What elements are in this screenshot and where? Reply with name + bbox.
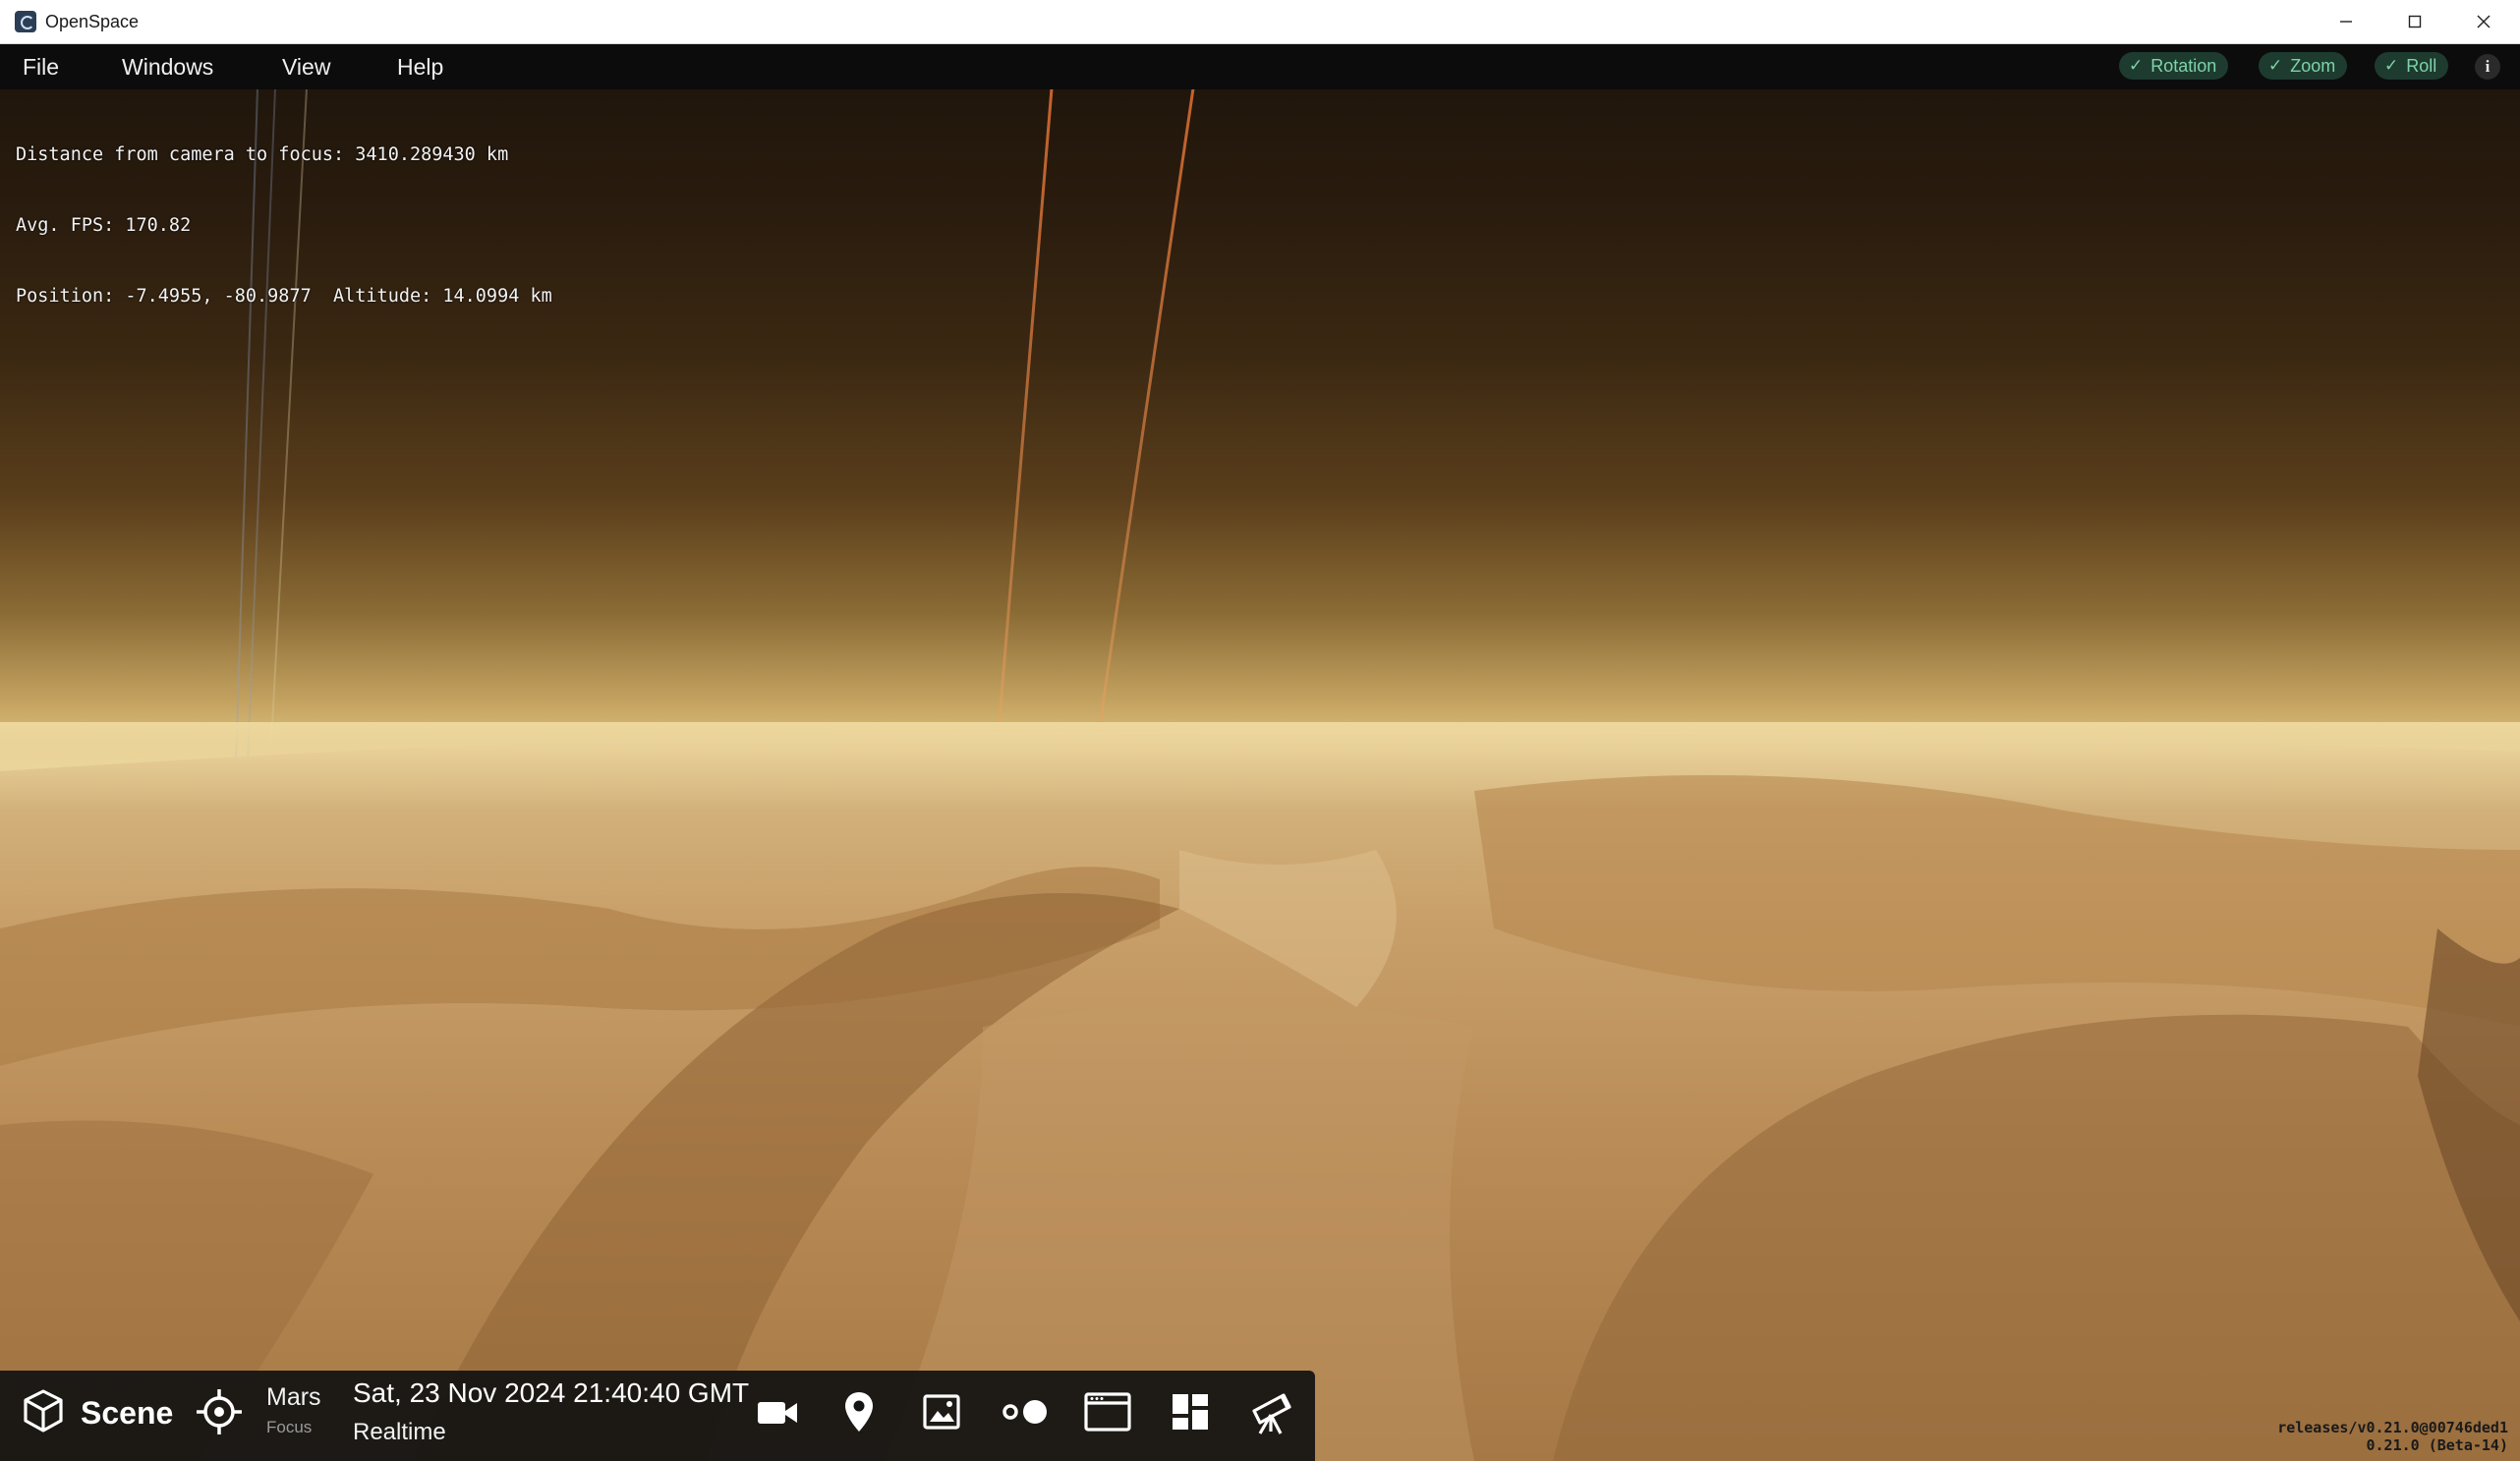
menu-view[interactable]: View [282, 54, 330, 81]
image-icon [923, 1394, 960, 1430]
distance-readout: Distance from camera to focus: 3410.2894… [16, 144, 509, 165]
menu-file[interactable]: File [23, 54, 59, 81]
close-icon [2477, 15, 2491, 28]
menu-windows[interactable]: Windows [122, 54, 213, 81]
map-pin-icon [845, 1392, 873, 1432]
flight-path-button[interactable] [999, 1385, 1052, 1438]
minimize-button[interactable] [2312, 0, 2380, 43]
dashboard-icon [1173, 1394, 1208, 1430]
date-time-display[interactable]: Sat, 23 Nov 2024 21:40:40 GMT [353, 1377, 749, 1409]
check-icon: ✓ [2384, 56, 2399, 75]
scene-cube-icon [24, 1389, 63, 1433]
minimize-icon [2340, 21, 2352, 23]
roll-toggle-label: Roll [2406, 55, 2437, 76]
info-button[interactable]: i [2475, 54, 2500, 80]
focus-sublabel: Focus [266, 1418, 313, 1436]
fps-readout: Avg. FPS: 170.82 [16, 215, 192, 236]
maximize-icon [2408, 15, 2422, 28]
close-button[interactable] [2449, 0, 2518, 43]
browser-window-icon [1084, 1392, 1131, 1432]
focus-name[interactable]: Mars [266, 1383, 321, 1412]
stats-overlay: Distance from camera to focus: 3410.2894… [16, 96, 552, 332]
scene-button[interactable] [18, 1385, 69, 1436]
check-icon: ✓ [2268, 56, 2283, 75]
menu-help[interactable]: Help [397, 54, 443, 81]
scene-label[interactable]: Scene [81, 1395, 173, 1432]
check-icon: ✓ [2129, 56, 2144, 75]
browser-button[interactable] [1081, 1385, 1134, 1438]
imagery-button[interactable] [917, 1385, 966, 1438]
rotation-toggle-label: Rotation [2150, 55, 2217, 76]
zoom-toggle-label: Zoom [2290, 55, 2336, 76]
version-info: releases/v0.21.0@00746ded1 0.21.0 (Beta-… [2162, 1419, 2508, 1454]
info-icon: i [2485, 57, 2491, 76]
version-number: 0.21.0 (Beta-14) [2366, 1436, 2509, 1454]
flight-path-icon [1002, 1400, 1047, 1424]
time-mode-label[interactable]: Realtime [353, 1419, 446, 1446]
zoom-toggle[interactable]: ✓ Zoom [2259, 52, 2348, 80]
sky-browser-button[interactable] [1246, 1383, 1299, 1440]
telescope-icon [1252, 1393, 1291, 1434]
camera-icon [758, 1402, 797, 1424]
rotation-toggle[interactable]: ✓ Rotation [2119, 52, 2229, 80]
position-readout: Position: -7.4955, -80.9877 Altitude: 14… [16, 286, 552, 307]
geo-location-button[interactable] [834, 1385, 884, 1438]
dashboard-button[interactable] [1166, 1385, 1215, 1438]
openspace-app-icon [15, 11, 36, 32]
roll-toggle[interactable]: ✓ Roll [2375, 52, 2449, 80]
window-title: OpenSpace [45, 12, 140, 31]
navigation-button[interactable] [753, 1389, 802, 1436]
maximize-button[interactable] [2380, 0, 2449, 43]
focus-button[interactable] [193, 1385, 246, 1438]
version-branch: releases/v0.21.0@00746ded1 [2277, 1419, 2508, 1436]
focus-crosshair-icon [197, 1389, 242, 1434]
window-titlebar: OpenSpace [0, 0, 2520, 44]
